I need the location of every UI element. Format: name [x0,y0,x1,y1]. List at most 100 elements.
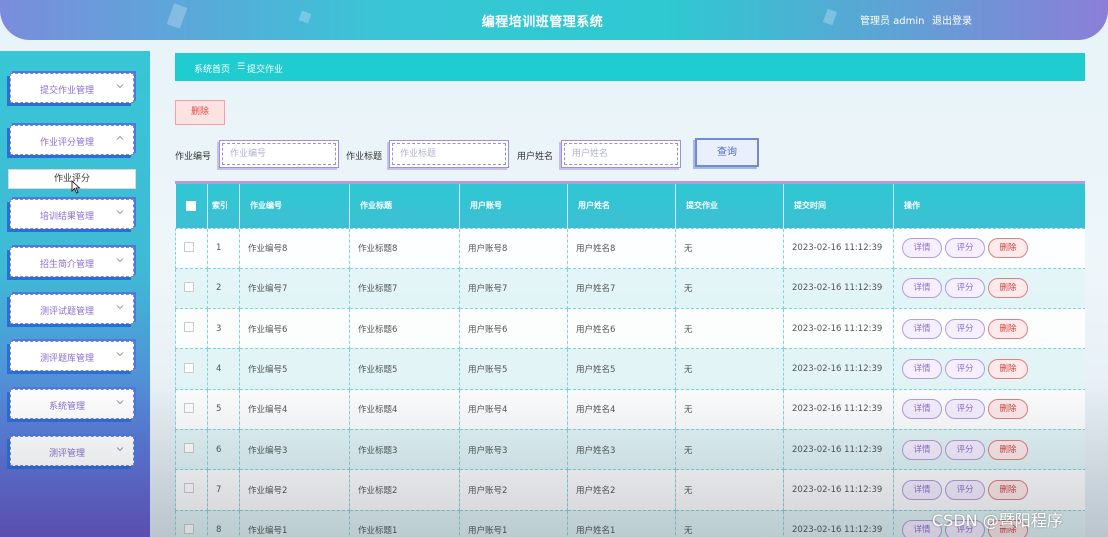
select-all-header[interactable] [175,184,208,228]
search-button[interactable]: 查询 [695,138,759,167]
sidebar-item-system[interactable]: 系统管理 [10,389,134,419]
sidebar-item-training-result[interactable]: 培训结果管理 [10,199,134,229]
top-header: 编程培训班管理系统 管理员 admin 退出登录 [0,0,1108,40]
cell-user-name: 用户姓名3 [567,428,676,471]
row-select-cell[interactable] [175,469,208,511]
cell-user-account: 用户账号7 [459,267,568,310]
score-button[interactable]: 评分 [945,359,985,380]
sidebar-item-label: 系统管理 [48,402,85,412]
cell-submitted-file: 无 [675,227,784,269]
detail-button[interactable]: 详情 [902,238,942,259]
detail-button[interactable]: 详情 [902,479,942,500]
score-button[interactable]: 评分 [945,399,985,420]
row-checkbox[interactable] [184,402,194,413]
delete-button[interactable]: 删除 [988,238,1028,259]
user-name-input[interactable]: 用户姓名 [561,140,681,168]
cell-user-account: 用户账号6 [459,308,568,350]
row-checkbox[interactable] [184,281,194,292]
row-checkbox[interactable] [184,523,194,534]
cell-index: 4 [207,348,240,390]
sidebar-item-assessment[interactable]: 测评管理 [10,436,134,466]
row-checkbox[interactable] [184,322,194,333]
detail-button[interactable]: 详情 [902,278,942,299]
cell-index: 1 [207,227,240,269]
delete-button[interactable]: 删除 [988,479,1028,500]
sidebar-item-label: 招生简介管理 [39,260,94,270]
score-button[interactable]: 评分 [945,479,985,500]
detail-button[interactable]: 详情 [902,439,942,460]
cell-actions: 详情 评分 删除 [893,348,1085,390]
sidebar-item-test-questions[interactable]: 测评试题管理 [10,294,134,324]
breadcrumb-home[interactable]: 系统首页 [194,62,230,75]
detail-button[interactable]: 详情 [902,399,942,420]
cell-submit-time: 2023-02-16 11:12:39 [783,267,894,310]
detail-button[interactable]: 详情 [902,359,942,380]
row-select-cell[interactable] [175,348,208,390]
sidebar-item-label: 作业评分管理 [39,138,94,148]
cell-homework-no: 作业编号6 [239,308,350,350]
score-button[interactable]: 评分 [945,278,985,299]
chevron-down-icon [116,84,124,89]
chevron-down-icon [116,400,124,405]
cell-actions: 详情 评分 删除 [893,227,1085,269]
cell-actions: 详情 评分 删除 [893,469,1085,511]
homework-title-input[interactable]: 作业标题 [389,140,509,168]
column-header-homework-no: 作业编号 [239,184,350,228]
sidebar-item-homework-score[interactable]: 作业评分管理 [10,125,134,155]
sidebar-item-submit-homework[interactable]: 提交作业管理 [10,73,134,103]
cell-homework-no: 作业编号4 [239,388,350,430]
detail-button[interactable]: 详情 [902,318,942,339]
row-select-cell[interactable] [175,428,208,471]
cell-submitted-file: 无 [675,267,784,310]
cell-actions: 详情 评分 删除 [893,388,1085,430]
delete-button[interactable]: 删除 [988,278,1028,299]
table-row: 4 作业编号5 作业标题5 用户账号5 用户姓名5 无 2023-02-16 11:12:3… [175,348,1085,390]
homework-no-input[interactable]: 作业编号 [219,140,339,168]
cell-user-account: 用户账号1 [459,509,568,537]
cell-user-name: 用户姓名8 [567,227,676,269]
breadcrumb-current: 提交作业 [247,65,284,75]
batch-delete-button[interactable]: 删除 [175,100,225,125]
cell-user-name: 用户姓名5 [567,348,676,390]
score-button[interactable]: 评分 [945,439,985,460]
cell-homework-no: 作业编号3 [239,428,350,471]
column-header-submitted-file: 提交作业 [675,184,784,228]
row-select-cell[interactable] [175,509,208,537]
table-row: 6 作业编号3 作业标题3 用户账号3 用户姓名3 无 2023-02-16 11:12:3… [175,428,1085,471]
score-button[interactable]: 评分 [945,238,985,259]
row-checkbox[interactable] [184,483,194,494]
sidebar-item-question-bank[interactable]: 测评题库管理 [10,341,134,371]
cell-homework-no: 作业编号2 [239,469,350,511]
table-row: 3 作业编号6 作业标题6 用户账号6 用户姓名6 无 2023-02-16 11:12:3… [175,308,1085,350]
cell-homework-title: 作业标题3 [349,428,460,471]
cell-actions: 详情 评分 删除 [893,428,1085,471]
column-header-user-name: 用户姓名 [567,184,676,228]
cell-homework-title: 作业标题2 [349,469,460,511]
column-header-index: 索引 [207,184,240,228]
search-label-user-name: 用户姓名 [517,152,554,162]
row-select-cell[interactable] [175,227,208,269]
cell-index: 2 [207,267,240,310]
row-checkbox[interactable] [184,443,194,454]
cell-user-account: 用户账号8 [459,227,568,269]
row-select-cell[interactable] [175,308,208,350]
row-select-cell[interactable] [175,388,208,430]
chevron-down-icon [116,447,124,452]
score-button[interactable]: 评分 [945,318,985,339]
sidebar-item-enrollment[interactable]: 招生简介管理 [10,247,134,277]
row-select-cell[interactable] [175,267,208,310]
cell-user-name: 用户姓名4 [567,388,676,430]
select-all-checkbox[interactable] [185,200,196,211]
chevron-down-icon [116,352,124,357]
search-label-homework-no: 作业编号 [175,152,212,162]
row-checkbox[interactable] [184,362,194,373]
logout-link[interactable]: 退出登录 [932,12,972,27]
delete-button[interactable]: 删除 [988,359,1028,380]
cell-homework-title: 作业标题8 [349,227,460,269]
delete-button[interactable]: 删除 [988,399,1028,420]
cell-submitted-file: 无 [675,469,784,511]
row-checkbox[interactable] [184,241,194,252]
delete-button[interactable]: 删除 [988,318,1028,339]
cell-submit-time: 2023-02-16 11:12:39 [783,469,894,511]
delete-button[interactable]: 删除 [988,439,1028,460]
